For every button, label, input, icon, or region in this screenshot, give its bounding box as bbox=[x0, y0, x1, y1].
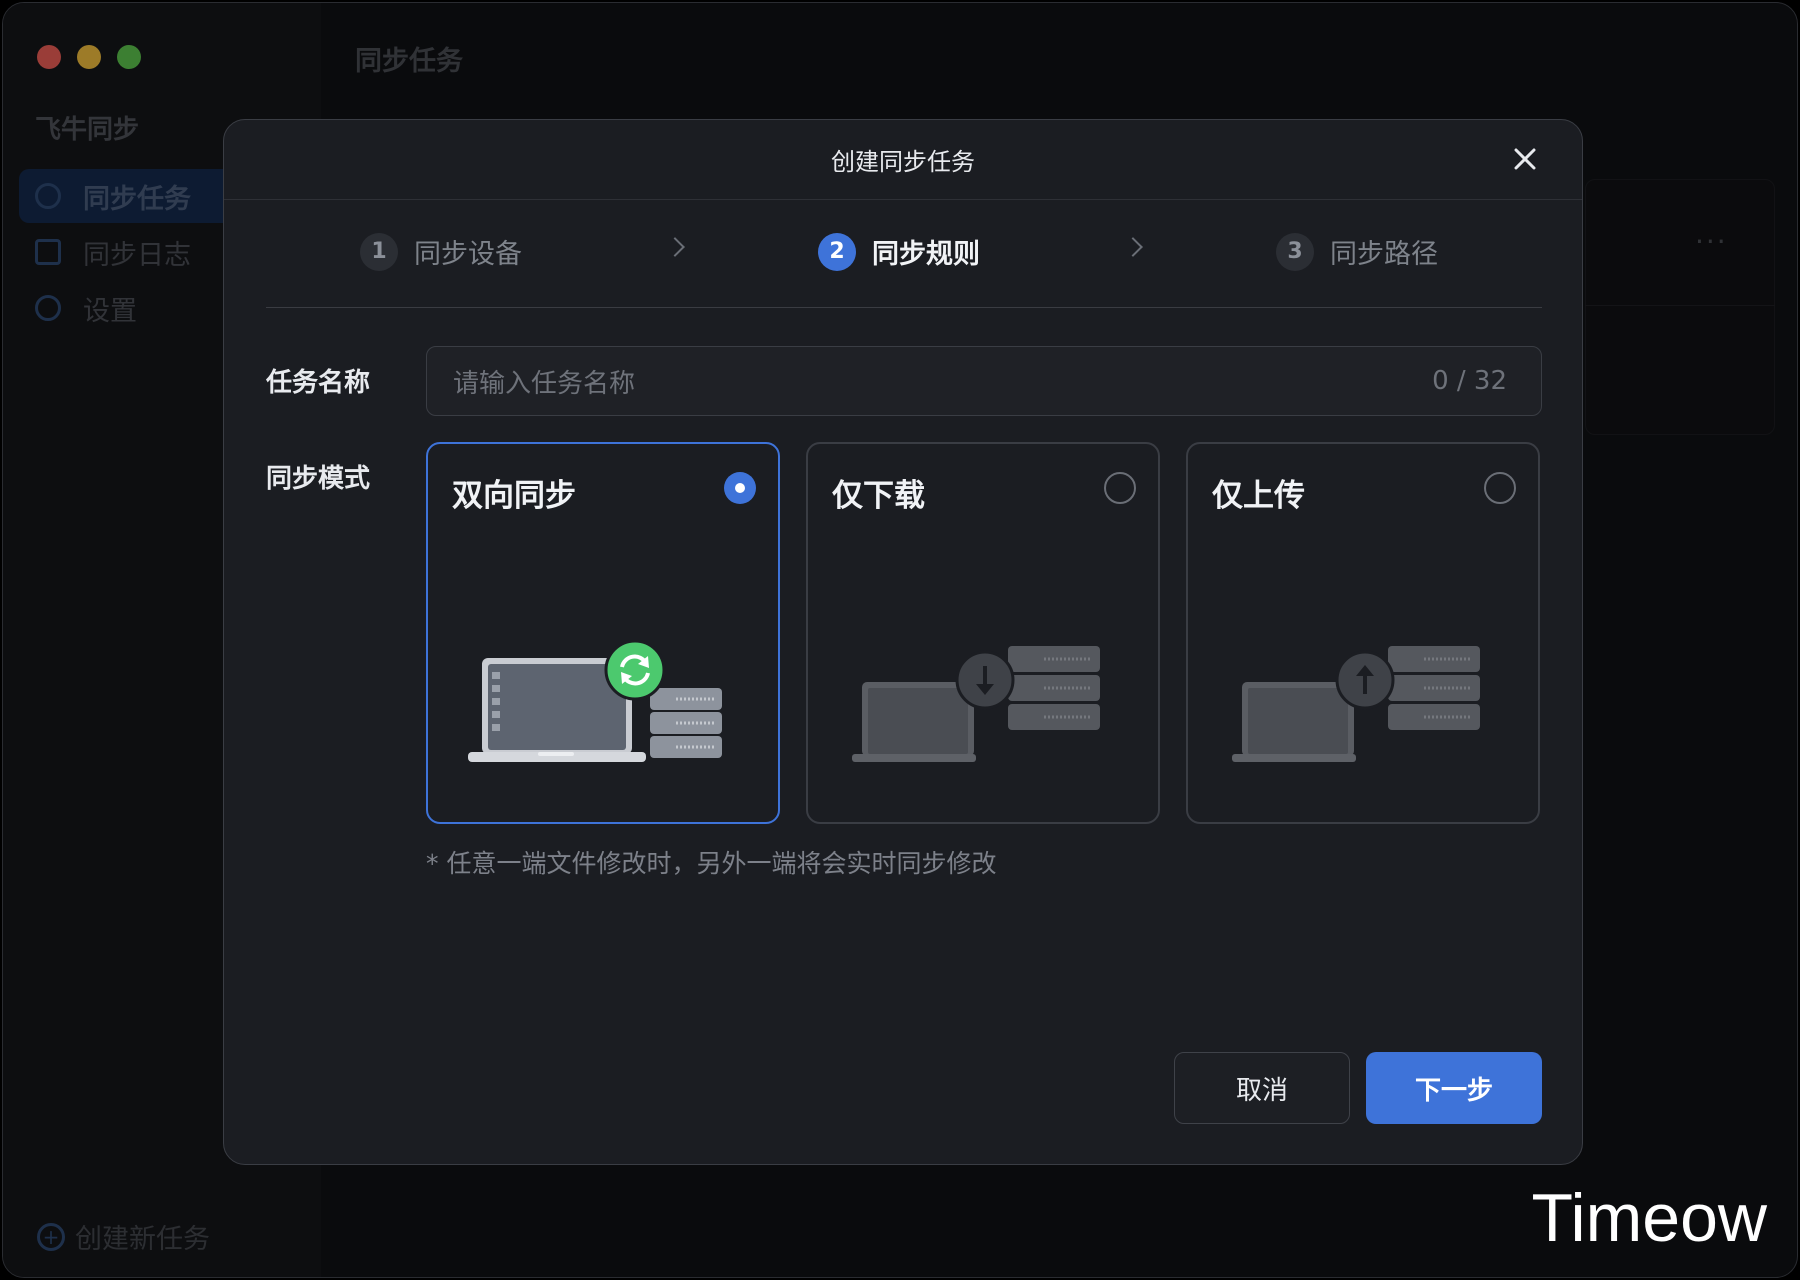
two-way-sync-illustration bbox=[468, 640, 722, 762]
radio-unselected[interactable] bbox=[1104, 472, 1136, 504]
app-window: 飞牛同步 同步任务 同步日志 设置 + 创建新任务 同步任务 ··· 创建同步任… bbox=[2, 2, 1798, 1278]
step-number: 1 bbox=[360, 232, 398, 271]
mode-option-download-only[interactable]: 仅下载 bbox=[806, 442, 1160, 824]
step-sync-rules: 2 同步规则 bbox=[818, 232, 980, 271]
create-sync-task-dialog: 创建同步任务 1 同步设备 2 同步规则 3 同步路径 任务名称 请输入任务名称… bbox=[223, 119, 1583, 1165]
radio-unselected[interactable] bbox=[1484, 472, 1516, 504]
download-only-illustration bbox=[852, 646, 1100, 762]
dialog-header: 创建同步任务 bbox=[224, 120, 1582, 200]
step-sync-device: 1 同步设备 bbox=[360, 232, 522, 271]
radio-selected[interactable] bbox=[724, 472, 756, 504]
mode-option-upload-only[interactable]: 仅上传 bbox=[1186, 442, 1540, 824]
close-icon[interactable] bbox=[1508, 142, 1542, 176]
step-indicator: 1 同步设备 2 同步规则 3 同步路径 bbox=[266, 200, 1542, 308]
sync-mode-hint: * 任意一端文件修改时，另外一端将会实时同步修改 bbox=[426, 849, 997, 878]
dialog-title: 创建同步任务 bbox=[831, 148, 975, 176]
sync-mode-label: 同步模式 bbox=[266, 464, 371, 494]
step-label: 同步设备 bbox=[414, 239, 522, 270]
mode-label: 仅上传 bbox=[1212, 478, 1305, 514]
watermark: Timeow bbox=[1531, 1180, 1767, 1256]
mode-option-two-way[interactable]: 双向同步 bbox=[426, 442, 780, 824]
task-name-label: 任务名称 bbox=[266, 368, 371, 398]
chevron-right-icon bbox=[665, 237, 685, 257]
next-step-button[interactable]: 下一步 bbox=[1366, 1052, 1542, 1124]
upload-only-illustration bbox=[1232, 646, 1480, 762]
mode-label: 双向同步 bbox=[452, 478, 576, 514]
step-number: 3 bbox=[1276, 232, 1314, 271]
step-label: 同步路径 bbox=[1330, 239, 1438, 270]
mode-label: 仅下载 bbox=[832, 478, 925, 514]
step-sync-path: 3 同步路径 bbox=[1276, 232, 1438, 271]
task-name-placeholder: 请输入任务名称 bbox=[453, 368, 636, 399]
step-label: 同步规则 bbox=[872, 239, 980, 270]
step-number: 2 bbox=[818, 232, 856, 271]
character-counter: 0 / 32 bbox=[1432, 366, 1507, 396]
chevron-right-icon bbox=[1123, 237, 1143, 257]
task-name-input[interactable]: 请输入任务名称 0 / 32 bbox=[426, 346, 1542, 416]
cancel-button[interactable]: 取消 bbox=[1174, 1052, 1350, 1124]
